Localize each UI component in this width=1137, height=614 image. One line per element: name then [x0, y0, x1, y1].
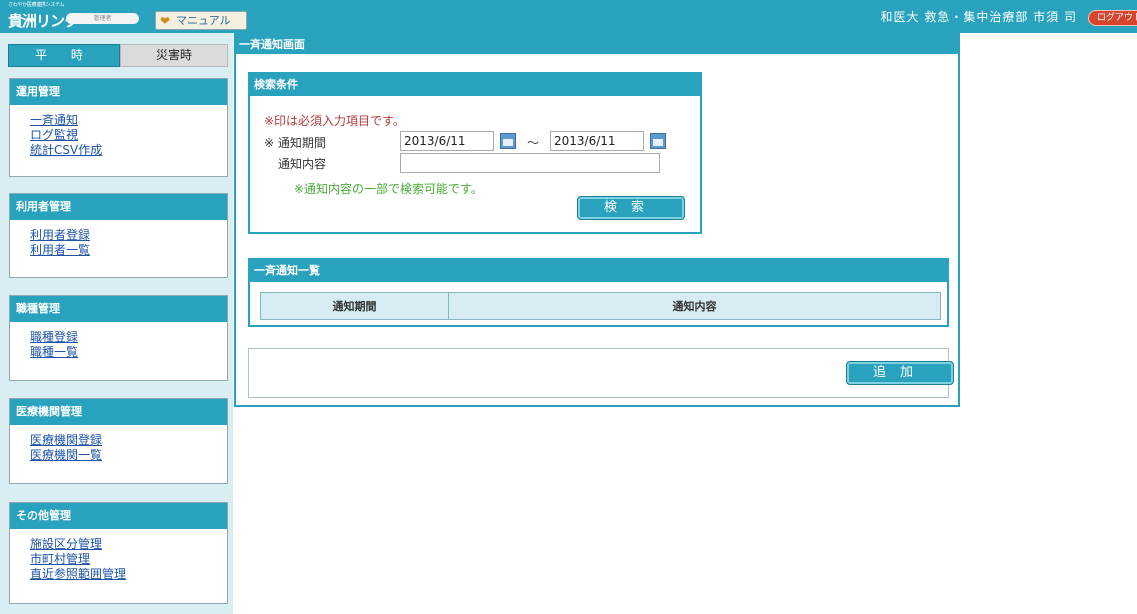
panel-title: 運用管理 [10, 79, 227, 105]
panel-title: 医療機関管理 [10, 399, 227, 425]
search-heading: 検索条件 [250, 74, 700, 96]
institution-panel: 医療機関管理 医療機関登録 医療機関一覧 [9, 398, 228, 484]
date-to-input[interactable]: 2013/6/11 [550, 131, 644, 151]
list-heading: 一斉通知一覧 [250, 260, 947, 282]
sidebar-item-stats-csv[interactable]: 統計CSV作成 [30, 143, 102, 157]
hands-heart-icon: ❤ [160, 14, 171, 28]
logout-button[interactable]: ログアウト [1088, 10, 1137, 26]
sidebar-item-log-monitor[interactable]: ログ監視 [30, 128, 78, 142]
search-panel: 検索条件 ※印は必須入力項目です。 ※ 通知期間 2013/6/11 ～ 201… [248, 72, 702, 234]
calendar-icon[interactable] [500, 133, 516, 149]
content-input[interactable] [400, 153, 660, 173]
operation-panel: 運用管理 一斉通知 ログ監視 統計CSV作成 [9, 78, 228, 177]
notification-list-panel: 一斉通知一覧 通知期間 通知内容 [248, 258, 949, 327]
job-type-panel: 職種管理 職種登録 職種一覧 [9, 295, 228, 381]
period-label: ※ 通知期間 [264, 136, 326, 150]
logo-tagline: さわやか医療連携システム [8, 2, 65, 8]
notification-table: 通知期間 通知内容 [260, 292, 941, 320]
other-panel: その他管理 施設区分管理 市町村管理 直近参照範囲管理 [9, 502, 228, 604]
column-header-content[interactable]: 通知内容 [448, 292, 941, 320]
sidebar-item-user-list[interactable]: 利用者一覧 [30, 243, 90, 257]
content-label: 通知内容 [278, 157, 327, 171]
user-panel: 利用者管理 利用者登録 利用者一覧 [9, 193, 228, 278]
sidebar-item-user-register[interactable]: 利用者登録 [30, 228, 90, 242]
manual-label: マニュアル [176, 14, 231, 27]
date-from-input[interactable]: 2013/6/11 [400, 131, 494, 151]
manual-button[interactable]: ❤ マニュアル [155, 11, 247, 30]
sidebar-item-job-register[interactable]: 職種登録 [30, 330, 78, 344]
sidebar-item-institution-list[interactable]: 医療機関一覧 [30, 448, 102, 462]
panel-title: その他管理 [10, 503, 227, 529]
calendar-icon[interactable] [650, 133, 666, 149]
search-button[interactable]: 検索 [577, 196, 685, 220]
sidebar-item-institution-register[interactable]: 医療機関登録 [30, 433, 102, 447]
add-button[interactable]: 追加 [846, 361, 954, 385]
sidebar-item-municipality[interactable]: 市町村管理 [30, 552, 90, 566]
main-content: 一斉通知画面 検索条件 ※印は必須入力項目です。 ※ 通知期間 2013/6/1… [234, 33, 960, 407]
tilde-separator: ～ [527, 136, 540, 150]
tab-normal[interactable]: 平 時 [8, 44, 120, 67]
role-badge: 管理者 [66, 13, 139, 24]
page-title: 一斉通知画面 [236, 35, 958, 54]
user-info: 和医大 救急・集中治療部 市須 司 [880, 10, 1077, 24]
sidebar-item-job-list[interactable]: 職種一覧 [30, 345, 78, 359]
partial-search-note: ※通知内容の一部で検索可能です。 [294, 182, 483, 196]
sidebar-item-facility-category[interactable]: 施設区分管理 [30, 537, 102, 551]
panel-title: 利用者管理 [10, 194, 227, 220]
column-header-period[interactable]: 通知期間 [260, 292, 449, 320]
sidebar: 平 時 災害時 運用管理 一斉通知 ログ監視 統計CSV作成 利用者管理 利用者… [0, 33, 233, 614]
top-bar: さわやか医療連携システム 貴洲リンク 管理者 ❤ マニュアル 和医大 救急・集中… [0, 0, 1137, 33]
tab-disaster[interactable]: 災害時 [120, 44, 228, 67]
sidebar-item-broadcast[interactable]: 一斉通知 [30, 113, 78, 127]
add-panel: 追加 [248, 348, 954, 398]
panel-title: 職種管理 [10, 296, 227, 322]
required-note: ※印は必須入力項目です。 [264, 114, 405, 128]
sidebar-item-reference-range[interactable]: 直近参照範囲管理 [30, 567, 126, 581]
